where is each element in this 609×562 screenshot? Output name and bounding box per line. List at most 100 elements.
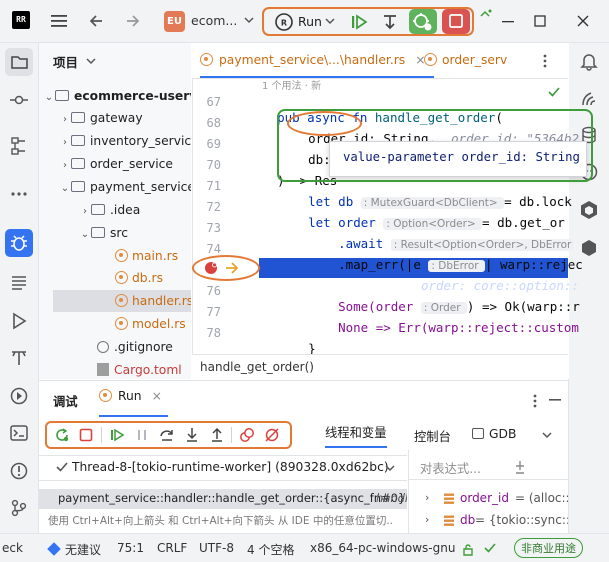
tree-item-inventory-service[interactable]: › inventory_service [59,130,191,152]
todo-icon[interactable] [9,273,29,293]
license-badge[interactable]: 非商业用途 [514,538,583,558]
problems-icon[interactable] [9,461,29,481]
variable-row[interactable]: › db = {tokio::sync::m [409,510,568,531]
tree-item-src[interactable]: ⌄ src [79,222,191,244]
tab-run[interactable]: Run × [99,389,168,417]
tree-item-cargo-toml[interactable]: Cargo.toml [97,359,191,379]
view-breakpoints-icon[interactable] [239,427,255,443]
tree-item-handler-rs[interactable]: handler.rs [53,290,191,312]
evaluate-expression-input[interactable]: 对表达式... [409,455,568,480]
close-window-icon[interactable] [575,13,591,29]
line-separator[interactable]: CRLF [157,541,187,555]
thread-selector[interactable]: Thread-8-[tokio-runtime-worker] (890328.… [39,455,407,481]
target-triple[interactable]: x86_64-pc-windows-gnu [310,541,455,555]
run-tool-icon[interactable] [9,311,29,331]
add-watch-icon[interactable] [513,459,527,475]
commit-icon[interactable] [9,90,29,110]
chevron-down-icon[interactable] [385,464,395,472]
more-options-icon[interactable] [532,393,538,409]
indent-setting[interactable]: 4 个空格 [247,541,294,558]
chevron-down-icon[interactable] [86,57,96,65]
no-problems-check-icon[interactable] [548,86,560,98]
tree-item-db-rs[interactable]: db.rs [115,267,191,289]
breadcrumb[interactable]: handle_get_order() [192,354,568,379]
main-menu-icon[interactable] [50,13,68,29]
chevron-down-icon[interactable]: ⌄ [43,87,55,109]
breakpoint-icon[interactable] [204,261,218,275]
services-icon[interactable] [9,386,29,406]
tree-item-gitignore[interactable]: .gitignore [97,336,191,358]
debug-button[interactable] [409,9,437,34]
tab-gdb[interactable]: GDB [472,427,516,441]
tab-console[interactable]: 控制台 [414,427,451,445]
close-tab-icon[interactable]: × [152,389,162,403]
stop-button[interactable] [442,9,470,34]
chevron-down-icon[interactable] [542,431,552,439]
search-everywhere-icon[interactable] [478,6,496,20]
lock-icon[interactable] [461,542,475,556]
debug-tool-icon[interactable] [5,229,33,257]
tab-handler-rs[interactable]: payment_service\...\handler.rs × [200,43,434,78]
code-line-78[interactable]: } [293,326,316,356]
status-fragment[interactable]: eck [2,541,23,555]
tree-item-order-service[interactable]: › order_service [59,153,191,175]
stack-frame[interactable]: payment_service::handler::handle_get_ord… [39,489,407,509]
chevron-right-icon[interactable]: › [425,491,429,504]
step-into-icon[interactable] [184,427,200,443]
file-encoding[interactable]: UTF-8 [199,541,234,555]
terminal-icon[interactable] [9,423,29,443]
notifications-icon[interactable] [579,51,599,71]
rerun-icon[interactable] [54,427,70,443]
step-over-icon[interactable] [159,427,175,443]
chevron-down-icon[interactable]: ⌄ [79,224,91,246]
ai-assistant-icon[interactable] [579,89,599,109]
run-config-label[interactable]: Run [298,14,322,29]
chevron-down-icon[interactable]: ⌄ [59,178,71,200]
chevron-right-icon[interactable]: › [59,155,71,177]
chevron-right-icon[interactable]: › [79,201,91,223]
tree-item-idea[interactable]: › .idea [79,199,191,221]
usage-hint[interactable]: 1 个用法 · 新 [262,77,321,92]
structure-icon[interactable] [9,136,29,156]
minimize-icon[interactable] [500,13,516,29]
resume-program-icon[interactable] [109,427,125,443]
project-tool-icon[interactable] [5,48,33,76]
forward-arrow-icon[interactable] [124,12,142,30]
tab-threads-variables[interactable]: 线程和变量 [325,418,387,448]
plugin-icon[interactable] [579,200,599,220]
tree-item-gateway[interactable]: › gateway [59,107,191,129]
tree-item-payment-service[interactable]: ⌄ payment_service [59,176,191,198]
stop-icon[interactable] [78,427,94,443]
caret-position[interactable]: 75:1 [117,541,144,555]
inspection-widget[interactable]: 无建议 [47,541,101,558]
maximize-icon[interactable] [532,13,548,29]
pause-icon[interactable] [134,427,150,443]
more-tabs-icon[interactable] [542,53,548,69]
tab-order-service[interactable]: order_serv [424,43,507,78]
mute-breakpoints-icon[interactable] [264,427,280,443]
chevron-right-icon[interactable]: › [425,513,429,526]
chevron-right-icon[interactable]: › [59,109,71,131]
tab-debug[interactable]: 调试 [53,392,78,410]
hide-panel-icon[interactable] [549,398,561,402]
chevron-down-icon[interactable] [244,16,254,24]
chevron-down-icon[interactable] [325,17,335,25]
project-badge[interactable]: EU [164,11,185,32]
step-into-icon[interactable] [380,12,400,32]
chevron-right-icon[interactable]: › [59,132,71,154]
project-name[interactable]: ecom... [191,13,237,28]
tree-item-main-rs[interactable]: main.rs [115,245,191,267]
rust-file-icon [200,53,213,66]
resume-program-icon[interactable] [349,12,369,32]
variable-row[interactable]: › order_id = (alloc::st [409,488,568,509]
build-icon[interactable] [9,348,29,368]
code-line-77[interactable]: None => Err(warp::reject::custom [323,305,579,335]
more-tools-icon[interactable] [9,184,29,204]
project-pane-title[interactable]: 项目 [53,52,78,71]
tree-item-model-rs[interactable]: model.rs [115,313,191,335]
step-out-icon[interactable] [209,427,225,443]
version-control-icon[interactable] [9,498,29,518]
rust-run-config-icon[interactable]: R [274,12,294,32]
tree-item-root[interactable]: ⌄ ecommerce-uservic [43,85,191,107]
back-arrow-icon[interactable] [87,12,105,30]
